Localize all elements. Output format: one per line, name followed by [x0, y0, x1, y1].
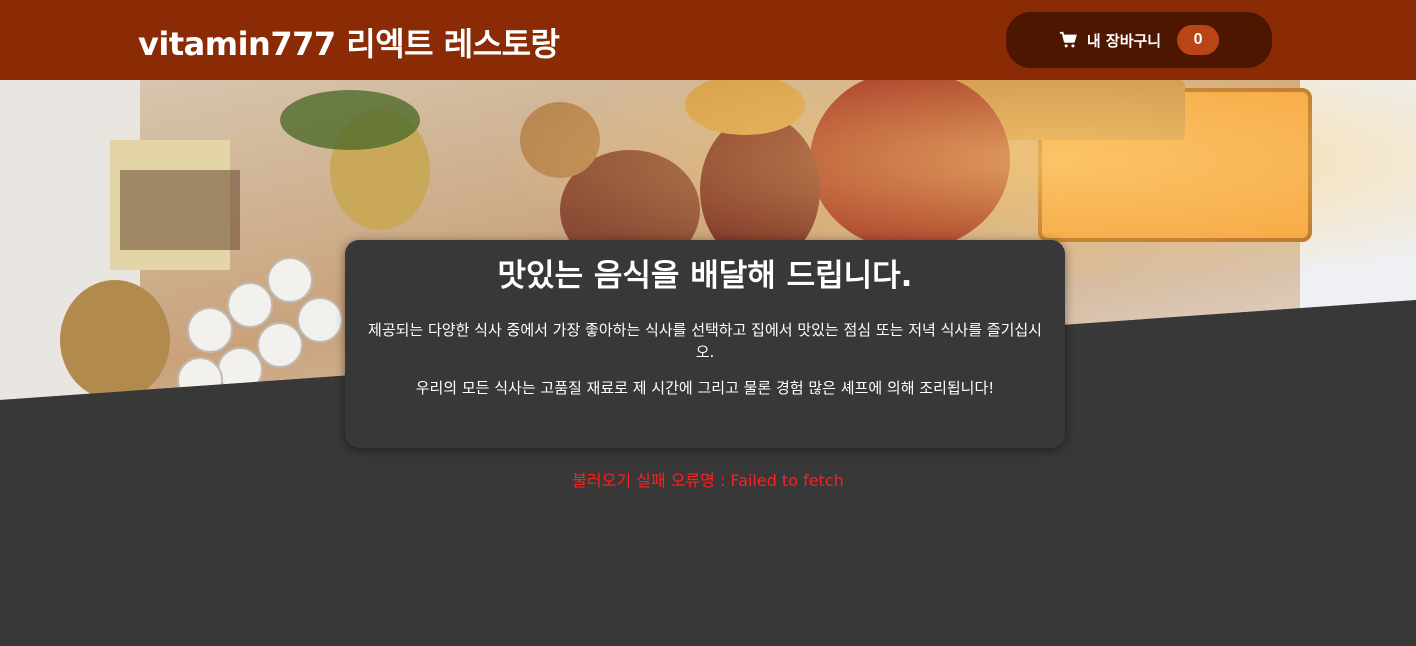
summary-paragraph-2: 우리의 모든 식사는 고품질 재료로 제 시간에 그리고 물론 경험 많은 셰프…	[415, 379, 995, 398]
summary-heading: 맛있는 음식을 배달해 드립니다.	[497, 258, 913, 294]
cart-button[interactable]: 내 장바구니 0	[1006, 12, 1272, 68]
cart-icon	[1059, 31, 1077, 48]
error-message: 불러오기 실패 오류명 : Failed to fetch	[572, 471, 844, 490]
cart-count-badge: 0	[1177, 25, 1220, 55]
cart-label: 내 장바구니	[1086, 31, 1162, 50]
app-header: vitamin777 리엑트 레스토랑 내 장바구니 0	[0, 0, 1416, 80]
summary-paragraph-1: 제공되는 다양한 식사 중에서 가장 좋아하는 식사를 선택하고 집에서 맛있는…	[368, 321, 1042, 362]
app-title: vitamin777 리엑트 레스토랑	[138, 25, 560, 63]
summary-card: 맛있는 음식을 배달해 드립니다. 제공되는 다양한 식사 중에서 가장 좋아하…	[345, 240, 1065, 448]
